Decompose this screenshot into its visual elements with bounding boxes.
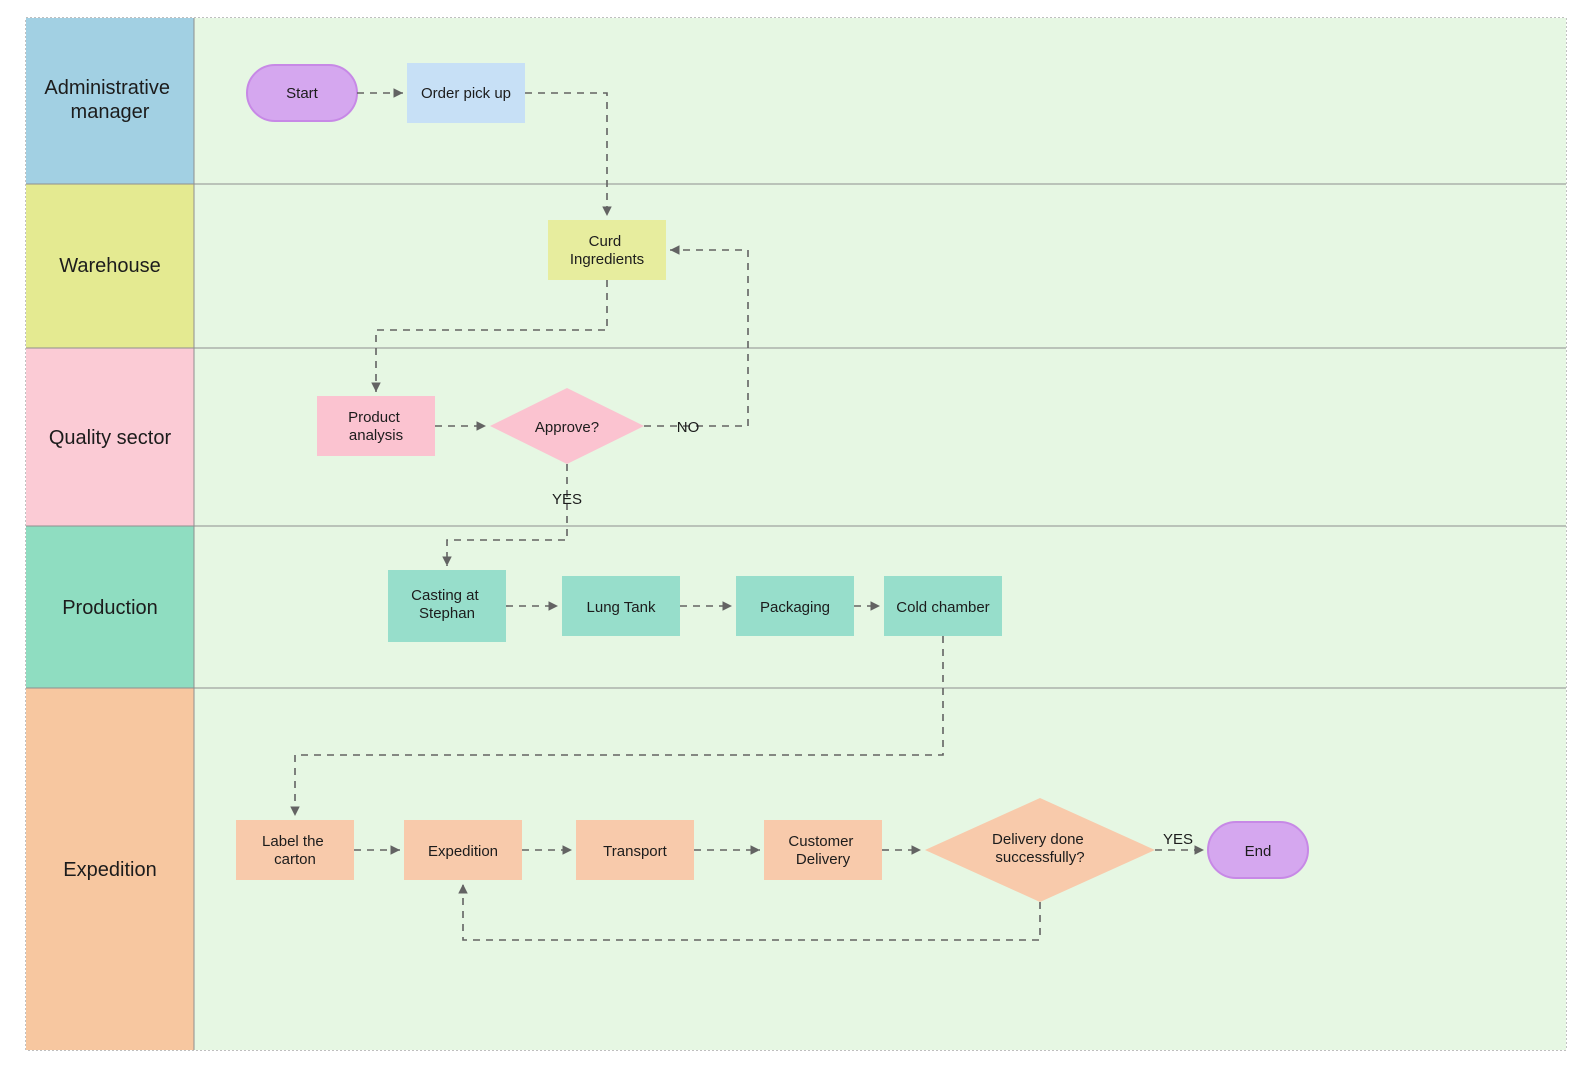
node-end-label: End: [1245, 843, 1272, 860]
node-order-pickup-label: Order pick up: [421, 85, 511, 102]
node-expedition-label: Expedition: [428, 843, 498, 860]
node-customer-delivery-label: Customer Delivery: [788, 833, 857, 868]
node-start-label: Start: [286, 85, 319, 102]
node-packaging-label: Packaging: [760, 599, 830, 616]
node-casting-label: Casting at Stephan: [411, 587, 483, 622]
node-analysis: [317, 396, 435, 456]
node-curd: [548, 220, 666, 280]
node-label-carton: [236, 820, 354, 880]
node-lung-tank-label: Lung Tank: [587, 599, 656, 616]
node-cold-chamber-label: Cold chamber: [896, 599, 989, 616]
lane-label-expedition: Expedition: [63, 859, 156, 881]
node-delivery-done-label: Delivery done successfully?: [992, 831, 1088, 866]
lane-body-admin: [194, 18, 1566, 184]
node-transport-label: Transport: [603, 843, 667, 860]
swimlane-flowchart: Administrative manager Warehouse Quality…: [0, 0, 1592, 1068]
lane-label-warehouse: Warehouse: [59, 255, 161, 277]
label-no: NO: [677, 419, 700, 436]
lane-label-production: Production: [62, 597, 158, 619]
label-yes-delivery: YES: [1163, 831, 1193, 848]
lane-label-quality: Quality sector: [49, 427, 172, 449]
node-approve-label: Approve?: [535, 419, 599, 436]
node-analysis-label: Product analysis: [348, 409, 404, 444]
lane-body-warehouse: [194, 184, 1566, 348]
node-customer-delivery: [764, 820, 882, 880]
label-yes-approve: YES: [552, 491, 582, 508]
